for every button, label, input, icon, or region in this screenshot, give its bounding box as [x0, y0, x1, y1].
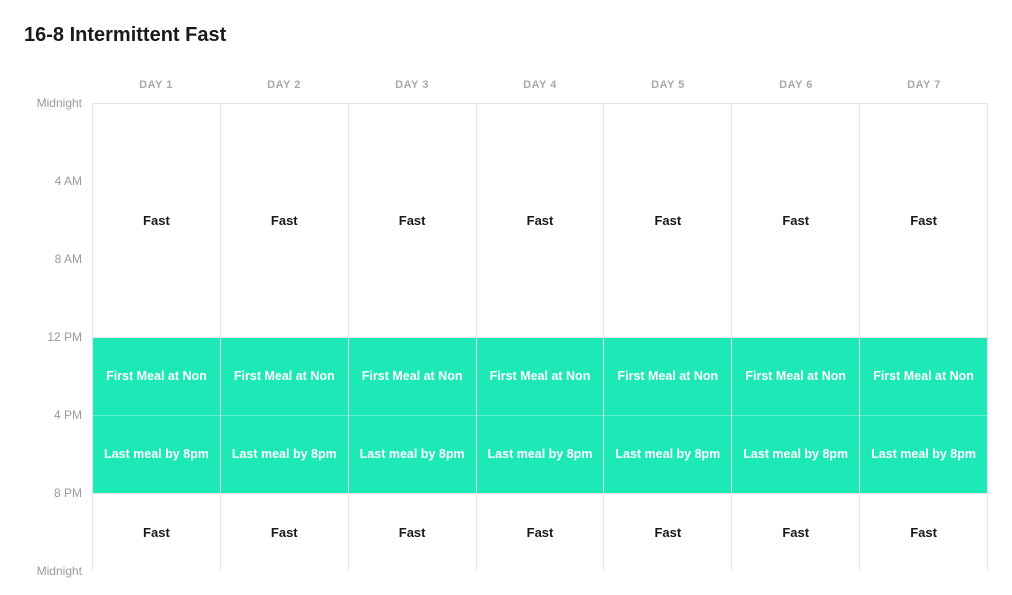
fast-top-d5: Fast — [604, 104, 731, 338]
fast-top-d1: Fast — [93, 104, 220, 338]
first-meal-d1: First Meal at Non — [93, 338, 220, 416]
time-label-12pm: 12 PM — [47, 330, 82, 344]
day-col-4: Fast First Meal at Non Last meal by 8pm … — [477, 104, 605, 571]
day-col-3: Fast First Meal at Non Last meal by 8pm … — [349, 104, 477, 571]
last-meal-d4: Last meal by 8pm — [477, 416, 604, 493]
fast-bottom-d7: Fast — [860, 493, 987, 571]
eating-d3: First Meal at Non Last meal by 8pm — [349, 338, 476, 494]
first-meal-d5: First Meal at Non — [604, 338, 731, 416]
fast-bottom-d3: Fast — [349, 493, 476, 571]
last-meal-d3: Last meal by 8pm — [349, 416, 476, 493]
fast-bottom-d4: Fast — [477, 493, 604, 571]
fast-top-d2: Fast — [221, 104, 348, 338]
day-header-6: DAY 6 — [732, 67, 860, 103]
fast-top-d7: Fast — [860, 104, 987, 338]
page-title: 16-8 Intermittent Fast — [24, 24, 988, 47]
first-meal-d4: First Meal at Non — [477, 338, 604, 416]
fast-bottom-d2: Fast — [221, 493, 348, 571]
last-meal-d5: Last meal by 8pm — [604, 416, 731, 493]
day-col-5: Fast First Meal at Non Last meal by 8pm … — [604, 104, 732, 571]
time-label-4pm: 4 PM — [54, 408, 82, 422]
time-label-midnight-top: Midnight — [37, 96, 82, 110]
day-headers: DAY 1 DAY 2 DAY 3 DAY 4 DAY 5 DAY 6 DAY … — [92, 67, 988, 103]
time-label-midnight-bottom: Midnight — [37, 564, 82, 578]
time-label-8am: 8 AM — [55, 252, 82, 266]
fast-top-d4: Fast — [477, 104, 604, 338]
eating-d7: First Meal at Non Last meal by 8pm — [860, 338, 987, 494]
eating-d2: First Meal at Non Last meal by 8pm — [221, 338, 348, 494]
eating-d5: First Meal at Non Last meal by 8pm — [604, 338, 731, 494]
fast-top-d6: Fast — [732, 104, 859, 338]
last-meal-d6: Last meal by 8pm — [732, 416, 859, 493]
first-meal-d7: First Meal at Non — [860, 338, 987, 416]
fast-bottom-d1: Fast — [93, 493, 220, 571]
day-header-4: DAY 4 — [476, 67, 604, 103]
day-header-2: DAY 2 — [220, 67, 348, 103]
day-col-7: Fast First Meal at Non Last meal by 8pm … — [860, 104, 988, 571]
eating-d1: First Meal at Non Last meal by 8pm — [93, 338, 220, 494]
time-label-4am: 4 AM — [55, 174, 82, 188]
last-meal-d7: Last meal by 8pm — [860, 416, 987, 493]
day-header-3: DAY 3 — [348, 67, 476, 103]
eating-d6: First Meal at Non Last meal by 8pm — [732, 338, 859, 494]
first-meal-d3: First Meal at Non — [349, 338, 476, 416]
day-header-1: DAY 1 — [92, 67, 220, 103]
last-meal-d2: Last meal by 8pm — [221, 416, 348, 493]
chart-container: Midnight 4 AM 8 AM 12 PM 4 PM 8 PM Midni… — [24, 67, 988, 571]
day-col-1: Fast First Meal at Non Last meal by 8pm … — [93, 104, 221, 571]
first-meal-d6: First Meal at Non — [732, 338, 859, 416]
fast-bottom-d6: Fast — [732, 493, 859, 571]
eating-d4: First Meal at Non Last meal by 8pm — [477, 338, 604, 494]
fast-top-d3: Fast — [349, 104, 476, 338]
schedule-grid: Fast First Meal at Non Last meal by 8pm … — [92, 103, 988, 571]
day-col-6: Fast First Meal at Non Last meal by 8pm … — [732, 104, 860, 571]
first-meal-d2: First Meal at Non — [221, 338, 348, 416]
day-header-5: DAY 5 — [604, 67, 732, 103]
day-header-7: DAY 7 — [860, 67, 988, 103]
last-meal-d1: Last meal by 8pm — [93, 416, 220, 493]
fast-bottom-d5: Fast — [604, 493, 731, 571]
time-label-8pm: 8 PM — [54, 486, 82, 500]
day-col-2: Fast First Meal at Non Last meal by 8pm … — [221, 104, 349, 571]
